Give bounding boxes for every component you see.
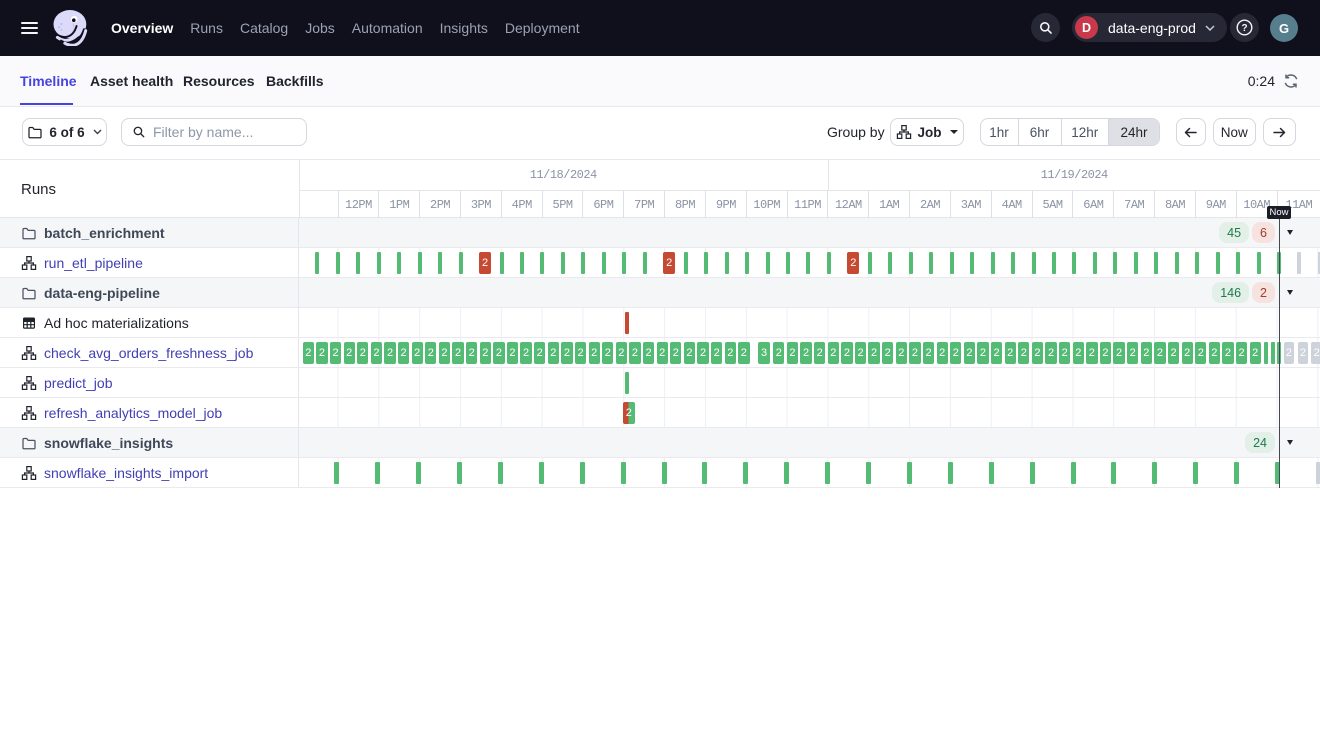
svg-text:?: ? bbox=[1241, 23, 1247, 34]
